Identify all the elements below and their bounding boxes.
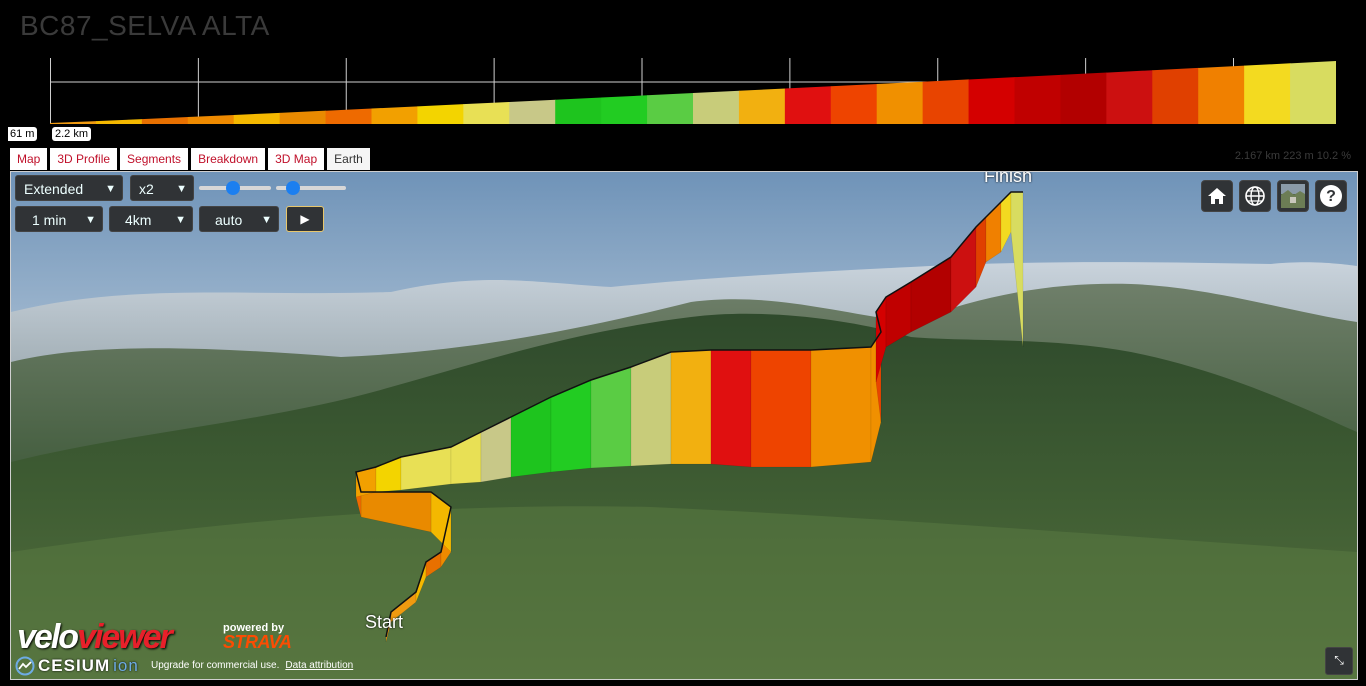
zoom-slider[interactable]	[276, 181, 346, 195]
view-mode-value: Extended	[24, 181, 84, 197]
globe-icon	[1245, 186, 1265, 206]
profile-gradient-band	[784, 86, 832, 124]
profile-gradient-band	[968, 77, 1015, 124]
profile-gradient-band	[1060, 72, 1107, 124]
speed-slider[interactable]	[199, 181, 271, 195]
route-curtain-segment	[590, 366, 632, 469]
profile-gradient-band	[1198, 65, 1245, 124]
start-marker-label: Start	[365, 612, 404, 632]
profile-gradient-band	[876, 81, 924, 124]
duration-value: 1 min	[32, 212, 67, 228]
tab-3d-profile[interactable]: 3D Profile	[50, 148, 118, 170]
route-title: BC87_SELVA ALTA	[20, 10, 270, 41]
camera-value: auto	[215, 212, 243, 228]
route-curtain-segment	[630, 351, 672, 467]
route-curtain-segment	[750, 349, 812, 468]
profile-gradient-band	[693, 90, 740, 124]
profile-gradient-band	[279, 110, 327, 124]
profile-gradient-band	[922, 79, 970, 124]
profile-gradient-band	[50, 121, 97, 124]
play-button[interactable]: ▶	[286, 206, 324, 232]
chevron-down-icon: ▼	[176, 183, 187, 195]
profile-gradient-band	[647, 93, 694, 124]
elevation-chip: 61 m	[8, 127, 38, 141]
profile-gradient-band	[1106, 70, 1153, 124]
camera-select[interactable]: auto ▼	[199, 206, 279, 232]
chevron-down-icon: ▼	[261, 214, 272, 226]
duration-select[interactable]: 1 min ▼	[15, 206, 103, 232]
profile-gradient-band	[325, 108, 372, 124]
tab-bar: Map 3D Profile Segments Breakdown 3D Map…	[10, 148, 370, 170]
base-layer-button[interactable]	[1277, 180, 1309, 212]
cesium-ion-logo: CESIUM ion	[15, 656, 139, 676]
route-curtain-segment	[810, 346, 872, 468]
chevron-down-icon: ▼	[105, 183, 116, 195]
tab-3d-map[interactable]: 3D Map	[268, 148, 325, 170]
distance-value: 4km	[125, 212, 152, 228]
distance-select[interactable]: 4km ▼	[109, 206, 193, 232]
view-mode-select[interactable]: Extended ▼	[15, 175, 123, 201]
strava-logo: STRAVA	[223, 632, 292, 652]
elevation-profile-svg	[50, 58, 1336, 124]
exaggeration-value: x2	[139, 181, 154, 197]
help-icon: ?	[1320, 185, 1342, 207]
home-button[interactable]	[1201, 180, 1233, 212]
cesium-icon	[15, 656, 35, 676]
profile-gradient-band	[233, 112, 281, 124]
profile-gradient-band	[830, 83, 878, 124]
tab-segments[interactable]: Segments	[120, 148, 189, 170]
finish-marker-label: Finish	[984, 171, 1033, 186]
chevron-down-icon: ▼	[85, 214, 96, 226]
distance-chip: 2.2 km	[52, 127, 92, 141]
profile-gradient-band	[417, 104, 464, 124]
profile-gradient-band	[95, 119, 143, 124]
profile-gradient-band	[463, 101, 510, 124]
profile-gradient-band	[1152, 67, 1199, 124]
profile-gradient-band	[141, 117, 189, 124]
profile-gradient-band	[1244, 63, 1291, 124]
profile-gradient-band	[555, 97, 602, 124]
profile-gradient-band	[738, 88, 786, 124]
profile-gradient-band	[1290, 60, 1336, 124]
fullscreen-icon: ⤡	[1334, 653, 1344, 667]
data-attribution-link[interactable]: Data attribution	[285, 660, 353, 671]
route-curtain-segment	[710, 349, 752, 468]
terrain-scene	[11, 172, 1357, 679]
cesium-credit: Upgrade for commercial use. Data attribut…	[151, 660, 353, 671]
help-button[interactable]: ?	[1315, 180, 1347, 212]
profile-gradient-band	[187, 114, 235, 124]
zoom-slider-knob[interactable]	[286, 181, 300, 195]
home-icon	[1208, 188, 1226, 204]
imagery-icon	[1281, 184, 1305, 208]
fullscreen-button[interactable]: ⤡	[1325, 647, 1353, 675]
svg-text:?: ?	[1326, 188, 1336, 205]
earth-3d-viewer[interactable]: Extended ▼ x2 ▼ 1 min ▼ 4km ▼ auto ▼ ▶ ? Star…	[10, 171, 1358, 680]
tab-breakdown[interactable]: Breakdown	[191, 148, 266, 170]
exaggeration-select[interactable]: x2 ▼	[130, 175, 194, 201]
profile-gradient-band	[1014, 74, 1061, 124]
tab-map[interactable]: Map	[10, 148, 48, 170]
speed-slider-knob[interactable]	[226, 181, 240, 195]
chevron-down-icon: ▼	[175, 214, 186, 226]
veloviewer-logo: veloviewer	[17, 618, 173, 656]
scene-mode-button[interactable]	[1239, 180, 1271, 212]
profile-gradient-band	[601, 95, 648, 124]
route-curtain-segment	[670, 349, 712, 465]
elevation-profile-chart[interactable]	[50, 58, 1336, 124]
profile-gradient-band	[509, 99, 556, 124]
upgrade-text: Upgrade for commercial use.	[151, 660, 280, 671]
tab-earth[interactable]: Earth	[327, 148, 370, 170]
profile-gradient-band	[371, 106, 418, 124]
segment-stats: 2.167 km 223 m 10.2 %	[1234, 150, 1351, 162]
